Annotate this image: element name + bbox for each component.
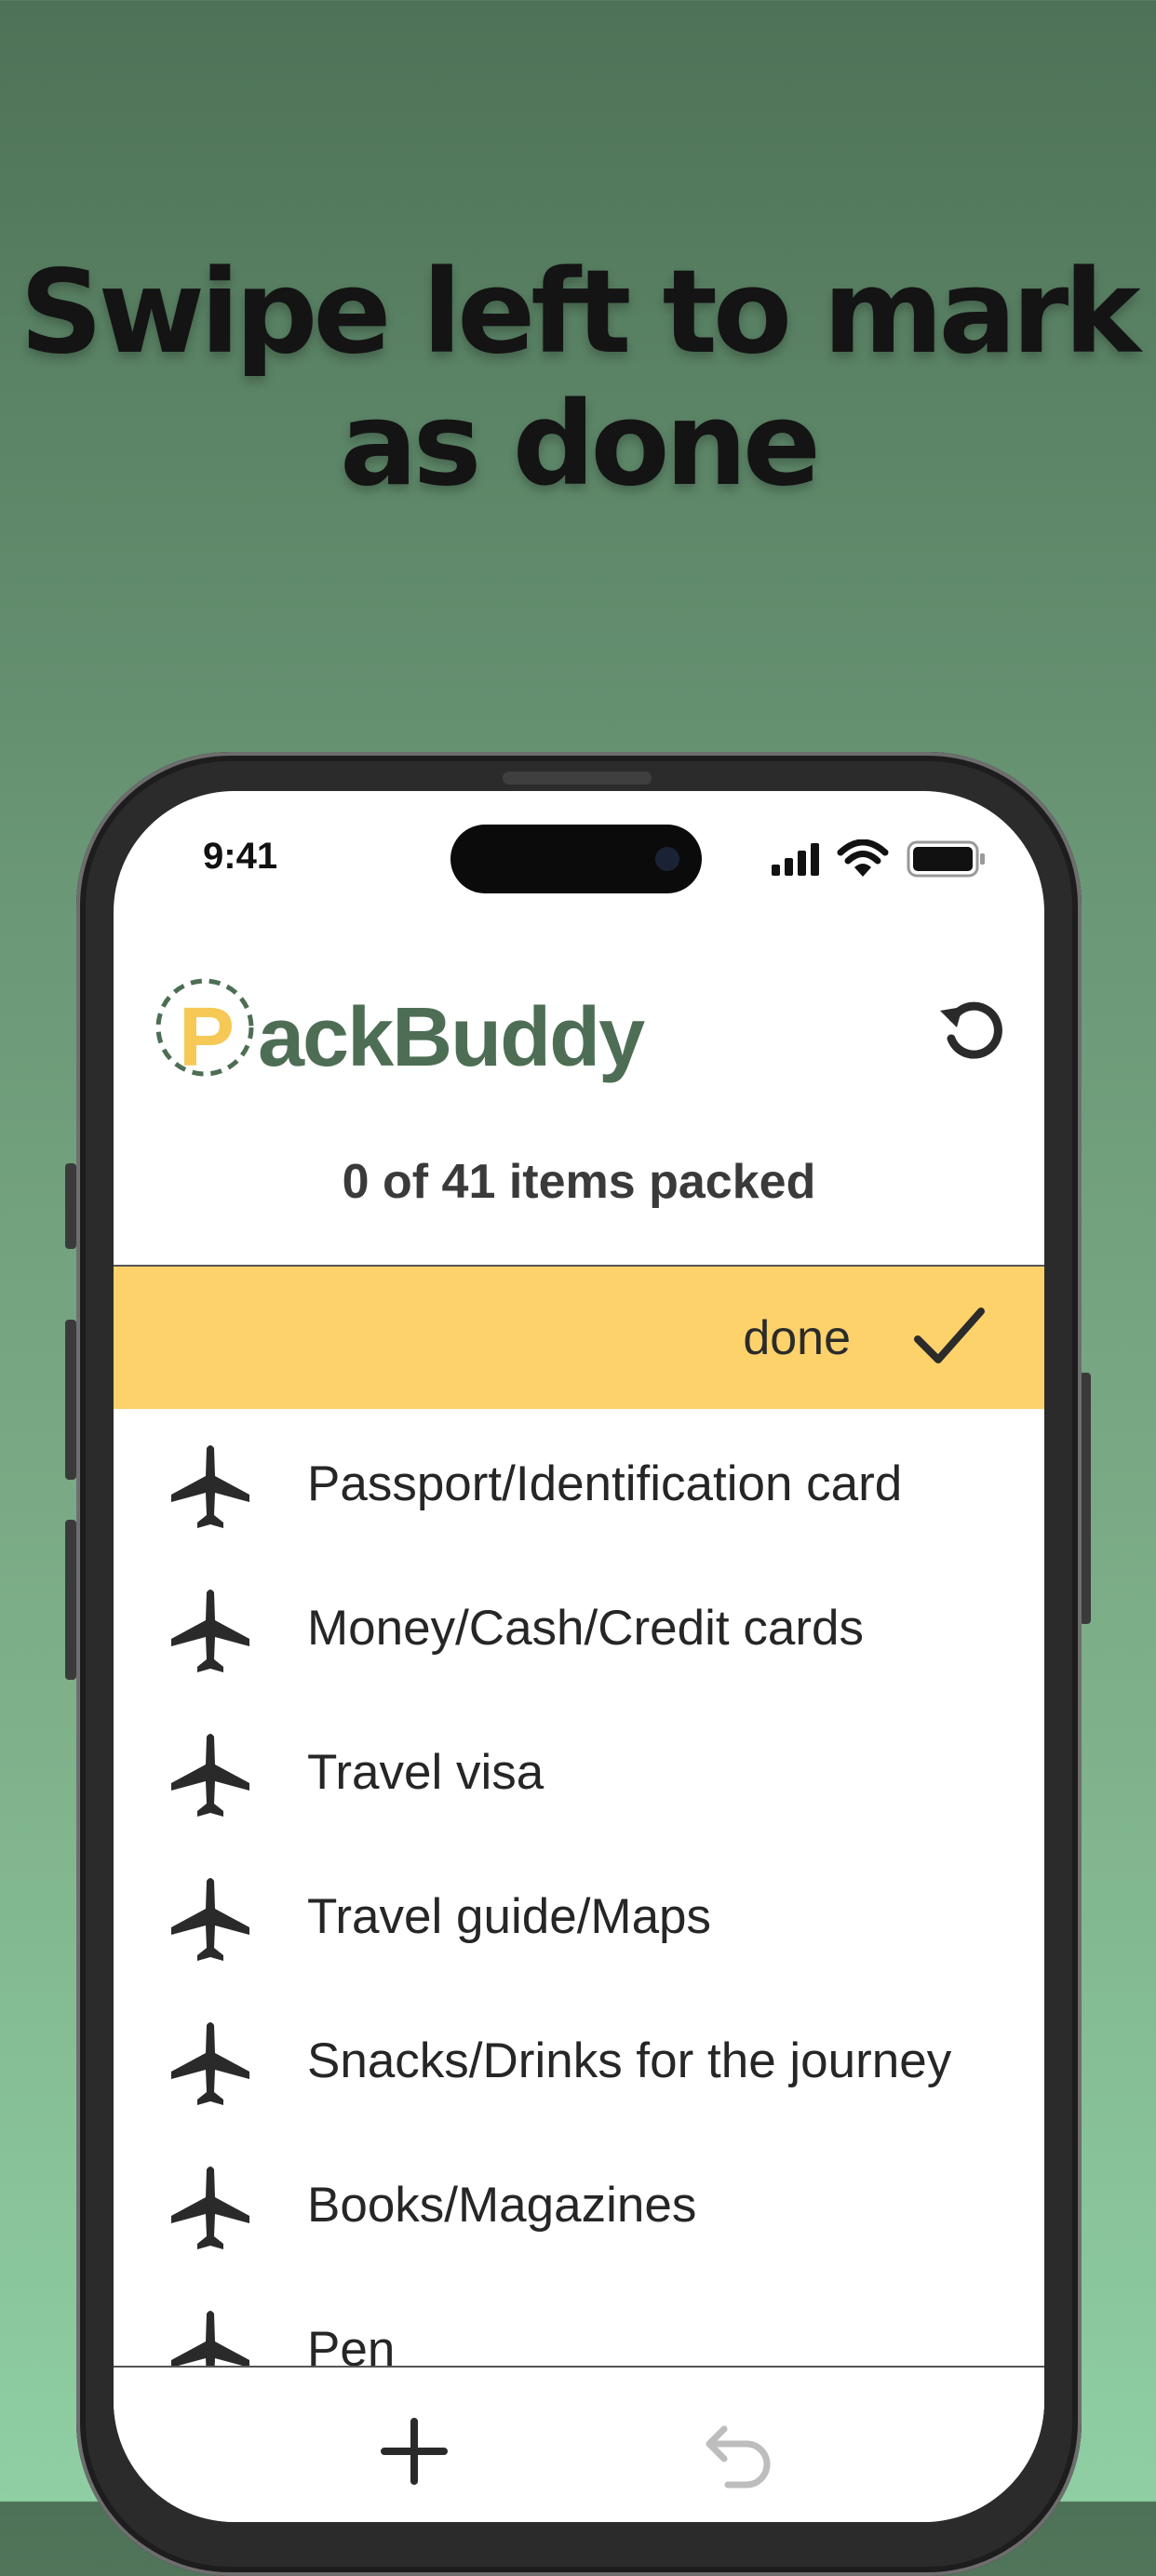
dynamic-island: [450, 825, 702, 893]
list-item[interactable]: Passport/Identification card: [114, 1409, 1044, 1553]
airplane-icon: [171, 2022, 249, 2105]
packing-list: Passport/Identification card Money/Cash/…: [114, 1409, 1044, 2419]
status-time: 9:41: [203, 836, 278, 877]
logo-letter: P: [179, 991, 235, 1084]
list-item-label: Travel guide/Maps: [307, 1889, 712, 1944]
add-item-button[interactable]: [377, 2414, 451, 2489]
checkmark-icon: [914, 1308, 985, 1363]
packbuddy-logo: P ackBuddy: [153, 973, 655, 1085]
list-item[interactable]: Travel guide/Maps: [114, 1842, 1044, 1986]
phone-volume-down: [65, 1520, 76, 1680]
list-item[interactable]: Snacks/Drinks for the journey: [114, 1986, 1044, 2130]
list-item[interactable]: Books/Magazines: [114, 2130, 1044, 2274]
airplane-icon: [171, 2167, 249, 2249]
logo-wordmark: ackBuddy: [258, 991, 645, 1084]
battery-icon: [907, 840, 985, 878]
phone-side-button: [65, 1163, 76, 1249]
headline-line-1: Swipe left to mark: [20, 246, 1141, 380]
headline-line-2: as done: [340, 378, 821, 512]
done-label: done: [743, 1311, 851, 1365]
list-item-label: Books/Magazines: [307, 2178, 697, 2233]
status-icons: [772, 839, 987, 879]
cellular-signal-icon: [772, 842, 819, 876]
phone-speaker: [503, 771, 652, 785]
promo-headline: Swipe left to mark as done: [0, 247, 1156, 511]
airplane-icon: [171, 1590, 249, 1672]
phone-volume-up: [65, 1320, 76, 1480]
undo-button[interactable]: [700, 2412, 778, 2490]
bottom-toolbar: [114, 2366, 1044, 2522]
list-item-label: Passport/Identification card: [307, 1456, 903, 1511]
airplane-icon: [171, 1445, 249, 1528]
list-item-label: Money/Cash/Credit cards: [307, 1601, 864, 1656]
swipe-done-action[interactable]: done: [114, 1267, 1044, 1409]
list-item-label: Travel visa: [307, 1745, 544, 1800]
list-item[interactable]: Travel visa: [114, 1697, 1044, 1842]
packed-count: 0 of 41 items packed: [342, 1155, 816, 1209]
airplane-icon: [171, 1734, 249, 1817]
phone-screen: 9:41 P ackBuddy 0 of 41 items packed don…: [114, 791, 1044, 2522]
airplane-icon: [171, 1878, 249, 1961]
reset-icon[interactable]: [934, 990, 1011, 1067]
wifi-icon: [837, 839, 889, 877]
list-item[interactable]: Money/Cash/Credit cards: [114, 1553, 1044, 1697]
list-item-label: Snacks/Drinks for the journey: [307, 2033, 952, 2088]
